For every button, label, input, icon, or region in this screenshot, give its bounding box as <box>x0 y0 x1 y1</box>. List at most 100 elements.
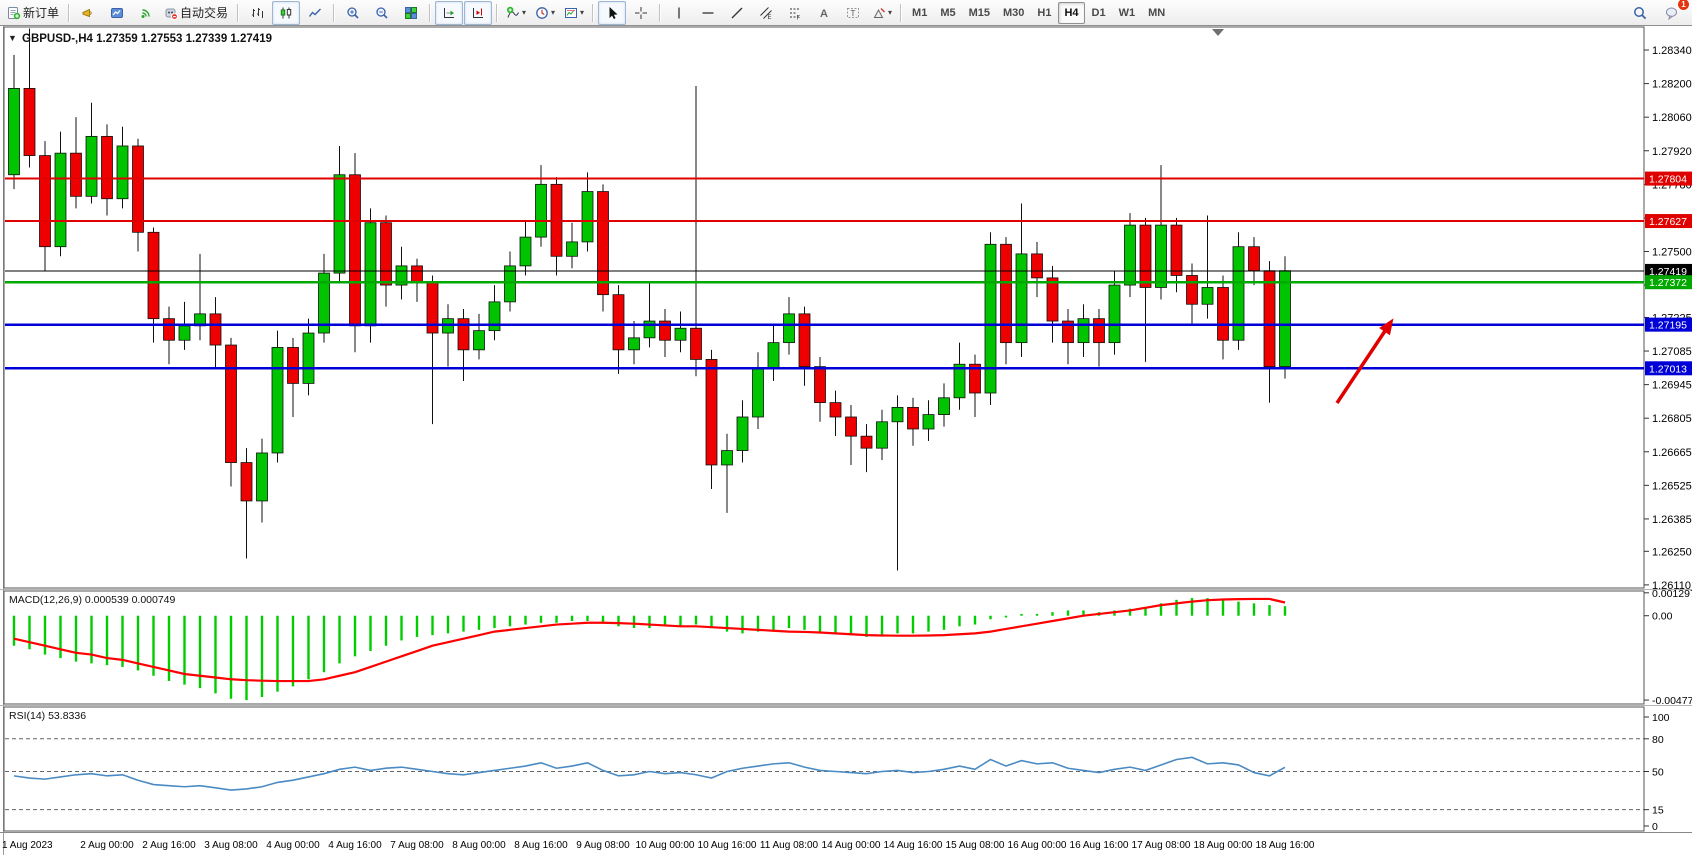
svg-text:E: E <box>768 15 772 20</box>
templates-button[interactable]: ▾ <box>560 1 588 25</box>
macd-pane[interactable] <box>4 591 1644 704</box>
horizontal-line-button[interactable] <box>694 1 722 25</box>
candlestick <box>1187 275 1198 304</box>
sound-alert-button[interactable] <box>74 1 102 25</box>
new-order-label: 新订单 <box>23 4 61 21</box>
candlestick <box>71 153 82 196</box>
rsi-axis-label: 50 <box>1652 767 1664 779</box>
timeframe-w1[interactable]: W1 <box>1113 2 1142 24</box>
cursor-button[interactable] <box>598 1 626 25</box>
market-watch-button[interactable] <box>103 1 131 25</box>
candlestick <box>923 415 934 429</box>
candlestick <box>24 88 35 155</box>
rsi-pane[interactable] <box>4 707 1644 831</box>
candlestick <box>1032 254 1043 278</box>
periods-button[interactable]: ▾ <box>531 1 559 25</box>
bar-chart-mode-button[interactable] <box>243 1 271 25</box>
timeframe-m5[interactable]: M5 <box>934 2 961 24</box>
notifications-button[interactable]: 1 <box>1658 1 1686 25</box>
indicators-button[interactable]: ▾ <box>502 1 530 25</box>
shapes-icon <box>872 6 886 20</box>
new-order-button[interactable]: 新订单 <box>4 1 64 25</box>
search-button[interactable] <box>1626 1 1654 25</box>
rsi-axis-label: 80 <box>1652 734 1664 746</box>
rsi-axis-label: 15 <box>1652 805 1664 817</box>
candlestick <box>474 331 485 350</box>
main-chart-pane[interactable] <box>4 27 1644 588</box>
trendline-button[interactable] <box>723 1 751 25</box>
candlestick <box>877 422 888 448</box>
time-axis-label: 8 Aug 00:00 <box>452 840 506 851</box>
auto-trading-button[interactable]: 自动交易 <box>161 1 233 25</box>
candle-chart-mode-button[interactable] <box>272 1 300 25</box>
chevron-down-icon[interactable]: ▾ <box>522 9 526 17</box>
time-axis-label: 11 Aug 08:00 <box>760 840 819 851</box>
candlestick <box>1280 271 1291 367</box>
equidistant-channel-button[interactable]: E <box>752 1 780 25</box>
zoom-out-icon <box>375 6 389 20</box>
chevron-down-icon[interactable]: ▾ <box>580 9 584 17</box>
candlestick <box>520 237 531 266</box>
line-chart-mode-button[interactable] <box>301 1 329 25</box>
candlestick <box>288 347 299 383</box>
candlestick <box>86 136 97 196</box>
zoom-in-button[interactable] <box>339 1 367 25</box>
svg-text:T: T <box>851 9 856 18</box>
time-axis-label: 16 Aug 00:00 <box>1008 840 1067 851</box>
candlestick <box>272 347 283 453</box>
horizontal-line-icon <box>701 6 715 20</box>
timeframe-m15[interactable]: M15 <box>963 2 996 24</box>
signals-button[interactable] <box>132 1 160 25</box>
candlestick <box>846 417 857 436</box>
candlestick <box>241 463 252 501</box>
candlestick <box>148 232 159 318</box>
fibonacci-icon: F <box>788 6 802 20</box>
text-label-icon: T <box>846 6 860 20</box>
text-label-button[interactable]: T <box>839 1 867 25</box>
toolbar-separator <box>68 4 70 22</box>
auto-scroll-button[interactable] <box>435 1 463 25</box>
fibonacci-button[interactable]: F <box>781 1 809 25</box>
price-axis: 1.283401.282001.280601.279201.277801.276… <box>1644 45 1692 592</box>
candlestick <box>598 192 609 295</box>
text-icon: A <box>817 6 831 20</box>
toolbar-separator <box>237 4 239 22</box>
timeframe-m30[interactable]: M30 <box>997 2 1030 24</box>
price-badge-label: 1.27627 <box>1649 216 1687 228</box>
candlestick <box>9 88 20 174</box>
timeframe-m1[interactable]: M1 <box>906 2 933 24</box>
chart-shift-button[interactable] <box>464 1 492 25</box>
zoom-out-button[interactable] <box>368 1 396 25</box>
candlestick <box>815 367 826 403</box>
chevron-down-icon[interactable]: ▾ <box>551 9 555 17</box>
timeframe-h4[interactable]: H4 <box>1058 2 1084 24</box>
candlestick <box>133 146 144 232</box>
toolbar-separator <box>333 4 335 22</box>
tile-windows-button[interactable] <box>397 1 425 25</box>
megaphone-icon <box>81 6 95 20</box>
time-axis-label: 2 Aug 00:00 <box>80 840 134 851</box>
candlestick <box>1078 319 1089 343</box>
candlestick <box>350 175 361 326</box>
timeframe-mn[interactable]: MN <box>1142 2 1171 24</box>
timeframe-d1[interactable]: D1 <box>1086 2 1112 24</box>
time-axis-label: 9 Aug 08:00 <box>576 840 630 851</box>
price-badge-label: 1.27372 <box>1649 277 1687 289</box>
chart-canvas[interactable]: 1.283401.282001.280601.279201.277801.276… <box>0 0 1692 855</box>
chevron-down-icon[interactable]: ▾ <box>888 9 892 17</box>
candlestick <box>179 326 190 340</box>
text-button[interactable]: A <box>810 1 838 25</box>
time-axis-label: 2 Aug 16:00 <box>142 840 196 851</box>
price-axis-label: 1.27085 <box>1652 346 1692 358</box>
toolbar-separator <box>900 4 902 22</box>
vertical-line-button[interactable] <box>665 1 693 25</box>
channel-icon: E <box>759 6 773 20</box>
crosshair-button[interactable] <box>627 1 655 25</box>
candlestick <box>582 192 593 242</box>
macd-axis-label: 0.001297 <box>1652 588 1692 600</box>
shapes-button[interactable]: ▾ <box>868 1 896 25</box>
symbol-dropdown-toggle[interactable]: ▼ <box>8 33 17 43</box>
timeframe-h1[interactable]: H1 <box>1031 2 1057 24</box>
template-icon <box>564 6 578 20</box>
price-axis-label: 1.26250 <box>1652 546 1692 558</box>
